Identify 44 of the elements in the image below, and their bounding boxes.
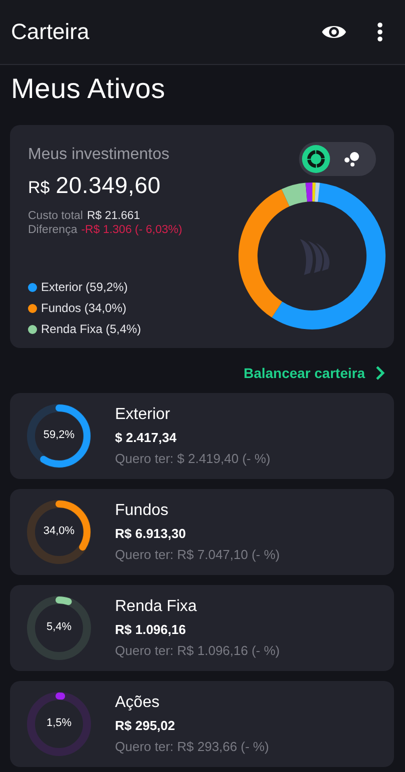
currency-label: R$ (28, 178, 50, 198)
target-value: Quero ter: R$ 293,66 (- %) (115, 739, 269, 754)
asset-name: Fundos (115, 502, 170, 520)
target-value: Quero ter: R$ 7.047,10 (- %) (115, 547, 280, 562)
asset-card[interactable]: 1,5% Ações R$ 295,02 Quero ter: R$ 293,66 (- %) (10, 681, 394, 767)
eye-icon[interactable] (321, 23, 347, 41)
asset-value: $ 2.417,34 (115, 430, 178, 445)
asset-card[interactable]: 34,0% Fundos R$ 6.913,30 Quero ter: R$ 7.047,10 (- %) (10, 489, 394, 575)
asset-value: R$ 6.913,30 (115, 526, 187, 541)
donut-icon (306, 149, 326, 169)
legend-label: Renda Fixa (5,4%) (41, 322, 142, 336)
allocation-ring (26, 499, 92, 565)
legend-label: Exterior (59,2%) (41, 280, 128, 294)
rebalance-link[interactable]: Balancear carteira (244, 362, 385, 384)
allocation-percent: 59,2% (42, 429, 76, 441)
allocation-percent: 34,0% (42, 525, 76, 537)
asset-name: Exterior (115, 406, 172, 424)
difference-value: -R$ 1.306 (- 6,03%) (81, 224, 182, 236)
more-menu-icon[interactable] (377, 22, 383, 42)
donut-view-button[interactable] (302, 145, 330, 173)
asset-card[interactable]: 59,2% Exterior $ 2.417,34 Quero ter: $ 2.419,40 (- %) (10, 393, 394, 479)
chevron-right-icon (375, 366, 385, 380)
target-value: Quero ter: R$ 1.096,16 (- %) (115, 643, 280, 658)
cost-value: R$ 21.661 (86, 210, 140, 222)
summary-title: Meus investimentos (28, 146, 170, 164)
allocation-percent: 1,5% (45, 717, 73, 729)
asset-name: Ações (115, 694, 160, 712)
allocation-percent: 5,4% (45, 621, 73, 633)
chart-view-toggle[interactable] (299, 142, 376, 176)
asset-name: Renda Fixa (115, 598, 198, 616)
total-value: 20.349,60 (56, 172, 161, 199)
difference-label: Diferença (28, 224, 78, 236)
asset-value: R$ 1.096,16 (115, 622, 187, 637)
page-title: Meus Ativos (11, 72, 166, 106)
asset-value: R$ 295,02 (115, 718, 176, 733)
bubbles-icon (343, 150, 361, 168)
allocation-ring (26, 595, 92, 661)
legend-label: Fundos (34,0%) (41, 301, 126, 315)
target-value: Quero ter: $ 2.419,40 (- %) (115, 451, 270, 466)
allocation-ring (26, 691, 92, 757)
app-title: Carteira (11, 19, 90, 45)
allocation-ring (26, 403, 92, 469)
cost-label: Custo total (28, 210, 83, 222)
asset-card[interactable]: 5,4% Renda Fixa R$ 1.096,16 Quero ter: R$ 1.096,16 (- %) (10, 585, 394, 671)
